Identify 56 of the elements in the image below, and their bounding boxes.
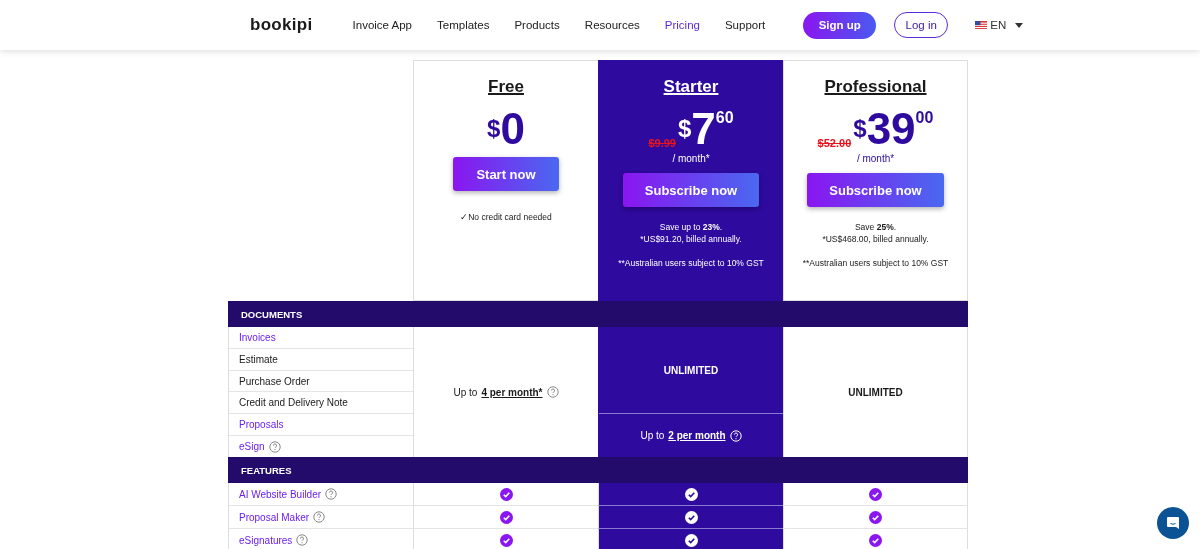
section-header: FEATURES [228, 457, 968, 483]
feature-name[interactable]: eSignatures [239, 534, 297, 546]
feature-name[interactable]: Proposal Maker [239, 511, 314, 523]
currency-symbol: $ [677, 115, 692, 142]
nav-link[interactable]: Resources [584, 19, 640, 31]
plan-note: **Australian users subject to 10% GST [618, 257, 764, 269]
plan-button[interactable]: Subscribe now [622, 173, 760, 207]
old-price: $52.00 [817, 137, 852, 149]
login-button[interactable]: Log in [894, 12, 949, 38]
document-type[interactable]: eSign [239, 441, 269, 453]
document-type: Purchase Order [239, 375, 310, 387]
chat-icon [1166, 516, 1180, 530]
plan-note: *US$91.20, billed annually. [640, 233, 742, 245]
nav-link[interactable]: Pricing [664, 19, 700, 31]
limit-text: Up to [640, 430, 665, 441]
unlimited-label: UNLIMITED [848, 386, 903, 398]
feature-name[interactable]: AI Website Builder [239, 488, 326, 500]
signup-button[interactable]: Sign up [803, 11, 877, 39]
plan-button[interactable]: Subscribe now [807, 173, 944, 207]
unlimited-label: UNLIMITED [663, 364, 719, 376]
price-period: / month* [672, 153, 710, 164]
document-type[interactable]: Proposals [239, 419, 284, 431]
document-type: Credit and Delivery Note [239, 397, 348, 409]
price-amount: 0 [500, 107, 525, 151]
nav-link[interactable]: Products [514, 19, 560, 31]
currency-symbol: $ [853, 115, 867, 142]
logo[interactable]: bookipi [250, 15, 313, 35]
document-type: Estimate [239, 353, 278, 365]
plan-name: Professional [824, 77, 927, 97]
plan-note: ✓No credit card needed [460, 211, 552, 223]
flag-icon [975, 21, 988, 29]
section-header: DOCUMENTS [228, 301, 968, 327]
caret-icon[interactable] [1015, 22, 1024, 28]
plan-note: **Australian users subject to 10% GST [802, 257, 949, 269]
nav-link[interactable]: Support [724, 19, 766, 31]
document-type[interactable]: Invoices [239, 331, 276, 343]
price-cents: 60 [715, 109, 734, 126]
limit-link[interactable]: 2 per month [668, 430, 730, 441]
limit-text: Up to [453, 386, 478, 398]
currency-symbol: $ [487, 115, 501, 142]
plan-note: *US$468.00, billed annually. [822, 233, 929, 245]
plan-name: Starter [663, 77, 719, 97]
chat-button[interactable] [1157, 507, 1189, 539]
limit-link[interactable]: 4 per month* [481, 386, 547, 398]
plan-button[interactable]: Start now [453, 157, 559, 191]
price-amount: 39 [866, 107, 916, 151]
plan-name: Free [488, 77, 524, 97]
plan-note: Save up to 23%. [659, 221, 723, 233]
price-cents: 00 [915, 109, 934, 126]
price-period: / month* [856, 153, 895, 164]
plan-note: Save 25%. [854, 221, 897, 233]
old-price: $9.99 [648, 137, 676, 149]
language-selector[interactable]: EN [990, 19, 1007, 31]
nav-link[interactable]: Invoice App [352, 19, 412, 31]
price-amount: 7 [691, 107, 716, 151]
nav-link[interactable]: Templates [437, 19, 490, 31]
